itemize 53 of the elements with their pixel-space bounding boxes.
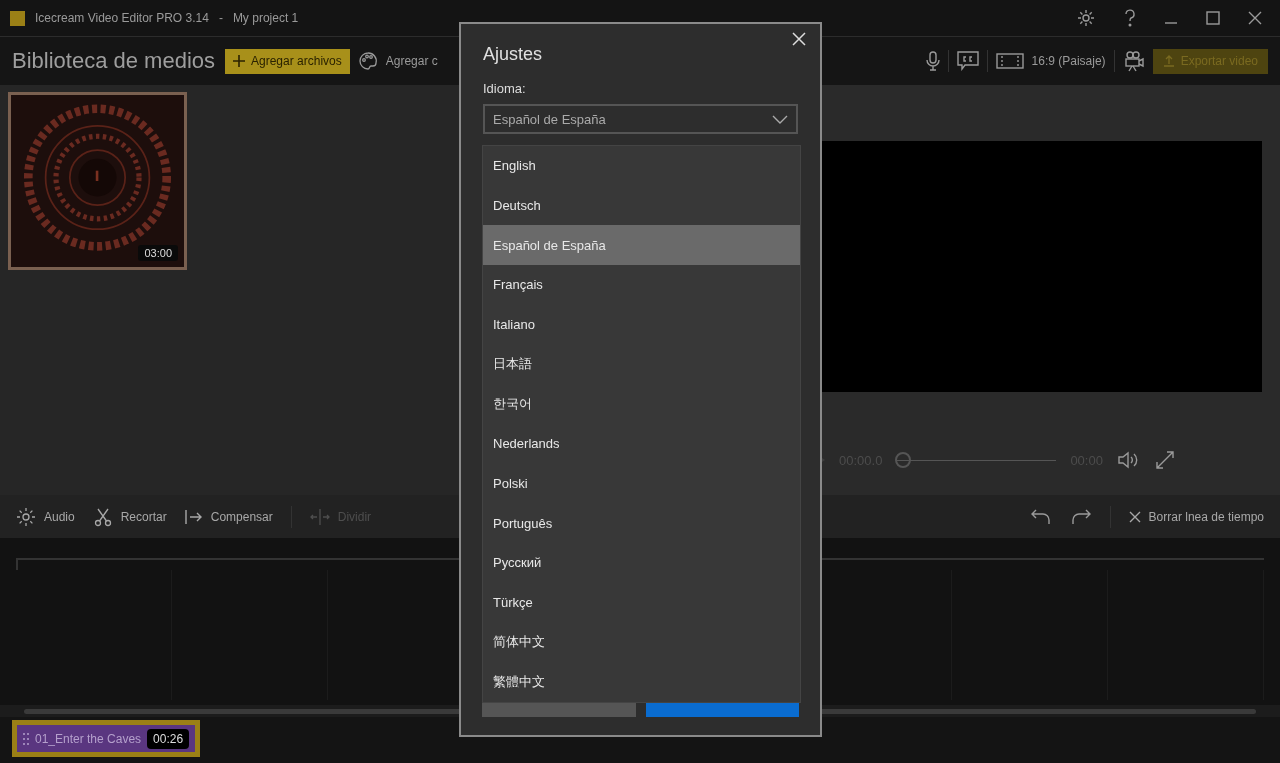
clear-timeline-button[interactable]: Borrar lnea de tiempo bbox=[1128, 509, 1264, 524]
scissors-icon bbox=[92, 506, 113, 527]
microphone-icon[interactable] bbox=[925, 51, 940, 71]
fullscreen-icon[interactable] bbox=[1154, 450, 1175, 470]
title-separator: - bbox=[218, 11, 223, 25]
plus-icon bbox=[233, 55, 245, 67]
language-option[interactable]: Türkçe bbox=[483, 582, 800, 623]
language-option[interactable]: Deutsch bbox=[483, 185, 800, 226]
language-option[interactable]: 简体中文 bbox=[483, 622, 800, 662]
palette-icon bbox=[357, 51, 378, 71]
maximize-icon[interactable] bbox=[1206, 11, 1220, 25]
language-option[interactable]: Français bbox=[483, 265, 800, 305]
language-option[interactable]: Português bbox=[483, 503, 800, 543]
close-icon[interactable] bbox=[1248, 11, 1262, 25]
split-icon bbox=[309, 507, 330, 526]
add-color-button[interactable]: Agregar c bbox=[357, 51, 438, 71]
project-name: My project 1 bbox=[232, 11, 299, 25]
captions-icon[interactable] bbox=[956, 51, 979, 71]
language-option[interactable]: Nederlands bbox=[483, 423, 800, 464]
media-thumbnail[interactable]: 03:00 bbox=[8, 92, 187, 270]
panel-heading: Biblioteca de medios bbox=[12, 48, 215, 74]
tool-button[interactable]: Recortar bbox=[92, 506, 167, 527]
language-label: Idioma: bbox=[483, 81, 527, 96]
video-camera-icon[interactable] bbox=[1122, 50, 1145, 72]
duration-label: 03:00 bbox=[138, 245, 178, 261]
help-icon[interactable] bbox=[1124, 9, 1136, 27]
app-logo-icon bbox=[10, 10, 25, 26]
settings-icon[interactable] bbox=[1076, 8, 1096, 28]
language-option[interactable]: Español de España bbox=[483, 225, 800, 266]
upload-icon bbox=[1162, 55, 1175, 67]
language-option[interactable]: Русский bbox=[483, 542, 800, 583]
clip-duration: 00:26 bbox=[147, 728, 190, 749]
tool-button[interactable]: Compensar bbox=[184, 508, 273, 525]
film-frame-icon bbox=[995, 53, 1024, 69]
language-option[interactable]: Polski bbox=[483, 463, 800, 504]
arrow-to-right-icon bbox=[184, 508, 203, 525]
close-icon bbox=[1128, 510, 1141, 523]
language-option[interactable]: Italiano bbox=[483, 304, 800, 345]
language-option[interactable]: 繁體中文 bbox=[483, 661, 800, 702]
tool-button[interactable]: Audio bbox=[16, 506, 75, 527]
aspect-ratio-button[interactable]: 16:9 (Paisaje) bbox=[995, 53, 1106, 69]
close-icon bbox=[792, 32, 806, 46]
language-dropdown[interactable]: Español de España bbox=[483, 104, 798, 134]
language-option[interactable]: 한국어 bbox=[483, 384, 800, 424]
language-option[interactable]: English bbox=[483, 146, 800, 186]
window-title: Icecream Video Editor PRO 3.14 bbox=[35, 11, 209, 25]
chevron-down-icon bbox=[772, 114, 788, 124]
add-files-button[interactable]: Agregar archivos bbox=[225, 48, 350, 74]
drag-handle-icon[interactable] bbox=[23, 731, 29, 746]
timeline-clip[interactable]: 01_Enter the Caves 00:26 bbox=[12, 720, 201, 757]
language-option[interactable]: 日本語 bbox=[483, 344, 800, 385]
clip-name: 01_Enter the Caves bbox=[35, 731, 142, 746]
dialog-title: Ajustes bbox=[483, 44, 544, 65]
